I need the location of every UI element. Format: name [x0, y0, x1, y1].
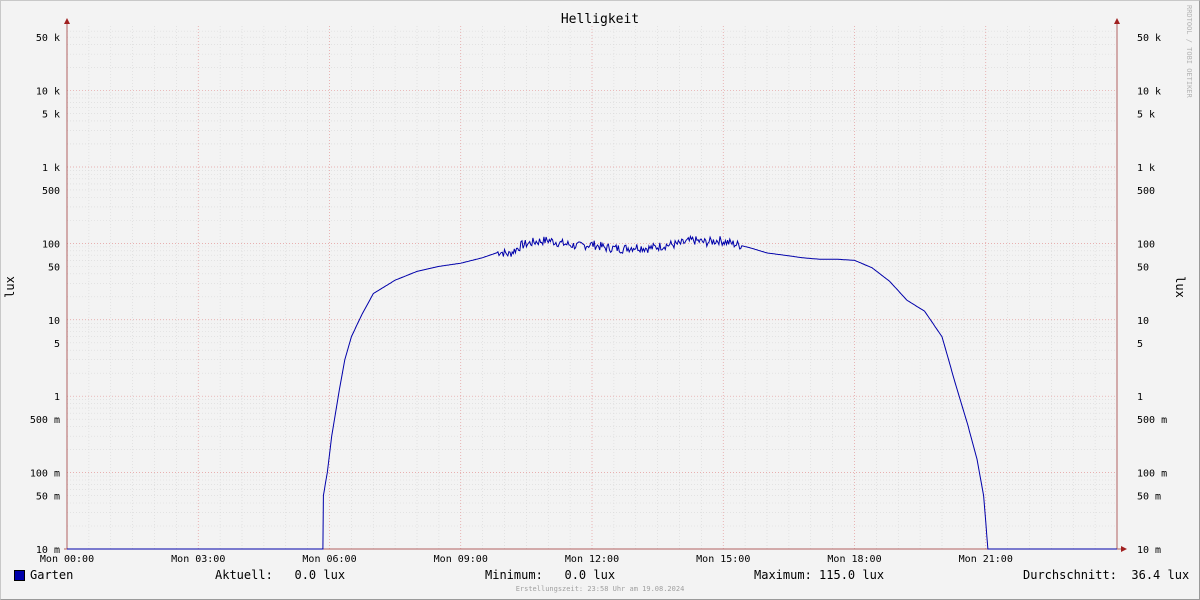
y-axis-label-left: lux: [3, 276, 17, 298]
y-tick-label: 50 m: [36, 492, 60, 503]
chart-title: Helligkeit: [561, 12, 639, 27]
legend-maximum: Maximum: 115.0 lux: [754, 568, 885, 582]
y-tick-label: 50 k: [36, 33, 60, 44]
x-tick-label: Mon 15:00: [696, 554, 750, 565]
x-tick-label: Mon 21:00: [959, 554, 1013, 565]
y-tick-label-right: 10 m: [1137, 545, 1161, 556]
legend-series-name: Garten: [30, 568, 74, 582]
legend-color-swatch: [14, 570, 25, 581]
y-tick-label-right: 1: [1137, 392, 1143, 403]
watermark-text: RRDTOOL / TOBI OETIKER: [1185, 5, 1193, 99]
y-tick-label-right: 10 k: [1137, 87, 1161, 98]
y-tick-label-right: 1 k: [1137, 163, 1155, 174]
creation-timestamp: Erstellungszeit: 23:58 Uhr am 19.08.2024: [515, 585, 685, 593]
y-tick-label-right: 500: [1137, 186, 1155, 197]
x-tick-label: Mon 18:00: [827, 554, 881, 565]
y-tick-label-right: 50 k: [1137, 33, 1161, 44]
y-tick-label: 50: [48, 262, 60, 273]
y-tick-label-right: 10: [1137, 316, 1149, 327]
y-axis-arrow-right: [1114, 18, 1120, 24]
x-tick-label: Mon 09:00: [434, 554, 488, 565]
y-tick-label-right: 100: [1137, 239, 1155, 250]
x-tick-label: Mon 03:00: [171, 554, 225, 565]
y-tick-label: 5: [54, 339, 60, 350]
y-tick-label: 5 k: [42, 110, 60, 121]
y-tick-label-right: 5: [1137, 339, 1143, 350]
y-axis-arrow-left: [64, 18, 70, 24]
x-tick-label: Mon 00:00: [40, 554, 94, 565]
chart-plot: 50 k 10 k 5 k 1 k 500 100 50 10 5 1 500 m 100 m 50 m…: [3, 5, 1193, 565]
x-axis-arrow: [1121, 546, 1127, 552]
y-tick-label: 10: [48, 316, 60, 327]
legend-average: Durchschnitt: 36.4 lux: [1023, 568, 1190, 582]
y-tick-label-right: 50 m: [1137, 492, 1161, 503]
y-tick-label: 500 m: [30, 415, 60, 426]
y-tick-label: 500: [42, 186, 60, 197]
y-tick-label: 10 k: [36, 87, 60, 98]
y-axis-label-right: lux: [1173, 276, 1187, 298]
x-tick-label: Mon 12:00: [565, 554, 619, 565]
legend-minimum: Minimum: 0.0 lux: [485, 568, 616, 582]
y-tick-label-right: 50: [1137, 262, 1149, 273]
y-tick-label-right: 5 k: [1137, 110, 1155, 121]
y-tick-label: 1: [54, 392, 60, 403]
y-tick-label: 100 m: [30, 469, 60, 480]
y-tick-label: 100: [42, 239, 60, 250]
y-tick-label: 1 k: [42, 163, 60, 174]
y-tick-label-right: 500 m: [1137, 415, 1167, 426]
x-tick-label: Mon 06:00: [302, 554, 356, 565]
legend-current: Aktuell: 0.0 lux: [215, 568, 346, 582]
y-tick-label-right: 100 m: [1137, 469, 1167, 480]
